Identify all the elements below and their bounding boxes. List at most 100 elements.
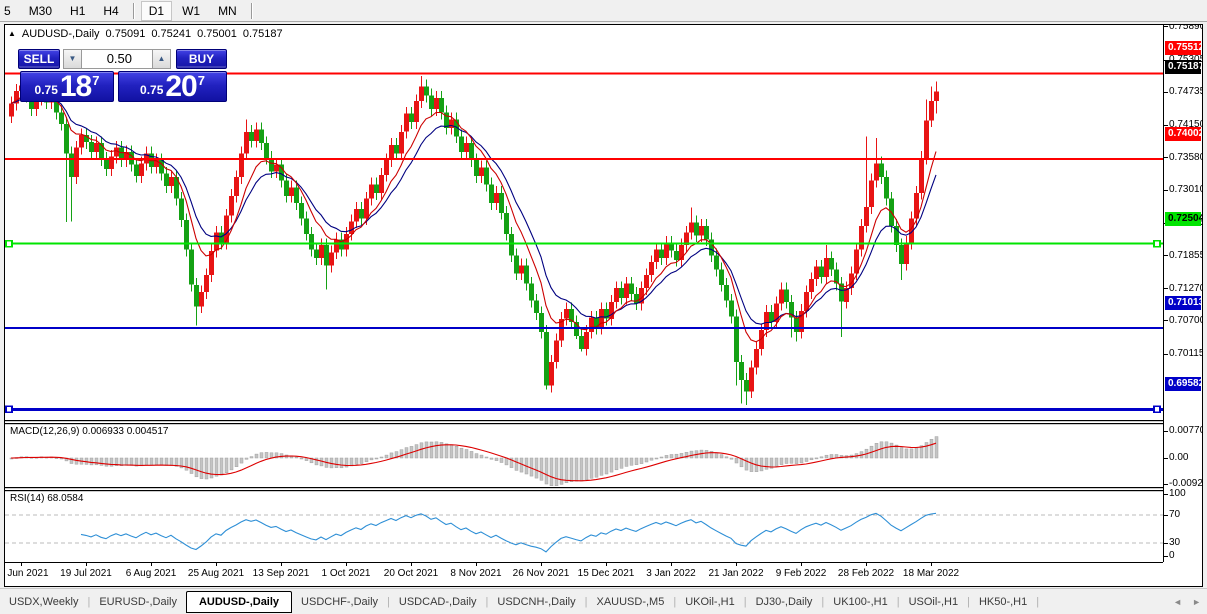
tab-scroll-right-icon[interactable]: ►: [1192, 597, 1201, 607]
scale-tick: [1164, 26, 1168, 28]
scale-tick: [1164, 320, 1168, 322]
price-scale-label: 0.70115: [1169, 348, 1202, 360]
rsi-value: 68.0584: [47, 493, 84, 504]
ohlc-high: 0.75241: [151, 28, 192, 40]
date-tick: [346, 563, 347, 566]
volume-increase-button[interactable]: ▲: [152, 49, 171, 69]
timeframe-button-d1[interactable]: D1: [140, 0, 173, 21]
bid-pips: 18: [59, 70, 92, 103]
chart-tab-usdchf-daily[interactable]: USDCHF-,Daily: [292, 592, 387, 612]
date-label: 18 Mar 2022: [902, 568, 960, 579]
date-tick: [866, 563, 867, 566]
price-scale-label: 0.71855: [1169, 249, 1202, 261]
chart-tab-eurusd-daily[interactable]: EURUSD-,Daily: [90, 592, 186, 612]
sell-price-box[interactable]: 0.75 18 7: [20, 71, 114, 102]
chart-window: ▲ AUDUSD-,Daily 0.75091 0.75241 0.75001 …: [4, 24, 1203, 587]
level-price-badge: 0.74002: [1165, 126, 1202, 141]
rsi-scale-label: 100: [1169, 488, 1186, 499]
date-tick: [86, 563, 87, 566]
chart-client-area: ▲ AUDUSD-,Daily 0.75091 0.75241 0.75001 …: [5, 25, 1202, 586]
macd-signal-value: 0.004517: [126, 426, 169, 437]
scale-tick: [1164, 157, 1168, 159]
price-scale-label: 0.75890: [1169, 25, 1202, 32]
date-label: 30 Jun 2021: [5, 568, 49, 579]
buy-button[interactable]: BUY: [176, 49, 227, 69]
date-label: 6 Aug 2021: [125, 568, 177, 579]
timeframe-button-mn[interactable]: MN: [210, 1, 245, 21]
chart-tab-audusd-daily[interactable]: AUDUSD-,Daily: [185, 590, 293, 613]
one-click-trading-toggle-icon[interactable]: ▲: [8, 30, 16, 38]
tab-scroll-left-icon[interactable]: ◄: [1173, 597, 1182, 607]
date-tick: [931, 563, 932, 566]
scale-tick: [1164, 353, 1168, 355]
level-price-badge: 0.69582: [1165, 377, 1202, 392]
timeframe-button-h4[interactable]: H4: [95, 1, 126, 21]
chart-tab-usdx-weekly[interactable]: USDX,Weekly: [0, 592, 87, 612]
chart-tab-usdcnh-daily[interactable]: USDCNH-,Daily: [488, 592, 584, 612]
chart-tab-xauusd-m5[interactable]: XAUUSD-,M5: [587, 592, 673, 612]
date-tick: [151, 563, 152, 566]
volume-input[interactable]: 0.50: [81, 49, 153, 69]
chart-tabs-bar: USDX,Weekly | EURUSD-,Daily AUDUSD-,Daily US…: [0, 588, 1207, 614]
rsi-indicator-label: RSI(14) 68.0584: [10, 493, 84, 504]
ohlc-open: 0.75091: [105, 28, 146, 40]
price-scale-label: 0.70700: [1169, 314, 1202, 326]
scale-tick: [1164, 91, 1168, 93]
date-label: 9 Feb 2022: [775, 568, 827, 579]
sell-button[interactable]: SELL: [18, 49, 60, 69]
scale-tick: [1164, 542, 1168, 544]
timeframe-button-5[interactable]: 5: [1, 1, 19, 21]
price-scale-label: 0.74735: [1169, 86, 1202, 98]
date-label: 3 Jan 2022: [646, 568, 696, 579]
date-tick: [541, 563, 542, 566]
scale-tick: [1164, 555, 1168, 557]
chart-tab-usdcad-daily[interactable]: USDCAD-,Daily: [390, 592, 486, 612]
price-scale[interactable]: 0.758900.753050.747350.741500.735800.730…: [1163, 25, 1202, 562]
chart-tab-hk50-h1[interactable]: HK50-,H1: [970, 592, 1036, 612]
date-label: 19 Jul 2021: [60, 568, 112, 579]
macd-scale-label: 0.007704: [1169, 425, 1202, 436]
date-label: 21 Jan 2022: [708, 568, 764, 579]
timeframe-button-m30[interactable]: M30: [21, 1, 60, 21]
timeframe-button-h1[interactable]: H1: [62, 1, 93, 21]
level-price-badge: 0.75512: [1165, 41, 1202, 56]
buy-price-box[interactable]: 0.75 20 7: [118, 71, 227, 102]
tab-separator: |: [1036, 595, 1040, 608]
date-tick: [476, 563, 477, 566]
rsi-scale-label: 30: [1169, 537, 1181, 548]
scale-tick: [1164, 457, 1168, 459]
chart-tab-usoil-h1[interactable]: USOil-,H1: [900, 592, 968, 612]
toolbar-separator: [132, 2, 135, 19]
date-label: 15 Dec 2021: [577, 568, 635, 579]
date-tick: [801, 563, 802, 566]
scale-tick: [1164, 124, 1168, 126]
volume-decrease-button[interactable]: ▼: [63, 49, 82, 69]
date-tick: [671, 563, 672, 566]
macd-indicator-label: MACD(12,26,9) 0.006933 0.004517: [10, 426, 169, 437]
ask-pips: 20: [165, 70, 197, 103]
date-label: 25 Aug 2021: [187, 568, 245, 579]
macd-scale-label: 0.00: [1169, 452, 1189, 463]
current-price-badge: 0.75187: [1165, 59, 1202, 74]
level-price-badge: 0.71013: [1165, 296, 1202, 311]
date-label: 28 Feb 2022: [837, 568, 895, 579]
macd-main-value: 0.006933: [82, 426, 124, 437]
timeframe-button-w1[interactable]: W1: [174, 1, 208, 21]
date-tick: [606, 563, 607, 566]
price-scale-label: 0.71270: [1169, 282, 1202, 294]
ohlc-close: 0.75187: [242, 28, 283, 40]
chart-tab-ukoil-h1[interactable]: UKOil-,H1: [676, 592, 744, 612]
chart-tab-dj30-daily[interactable]: DJ30-,Daily: [747, 592, 822, 612]
level-price-badge: 0.72504: [1165, 211, 1202, 226]
date-label: 26 Nov 2021: [512, 568, 570, 579]
price-scale-label: 0.73580: [1169, 151, 1202, 163]
time-scale[interactable]: 30 Jun 2021 19 Jul 2021 6 Aug 2021 25 Aug 2…: [5, 562, 1163, 586]
date-tick: [411, 563, 412, 566]
ohlc-low: 0.75001: [197, 28, 237, 40]
chart-tab-uk100-h1[interactable]: UK100-,H1: [824, 592, 896, 612]
bid-point: 7: [92, 73, 100, 88]
bid-prefix: 0.75: [34, 83, 58, 97]
price-chart-canvas[interactable]: [5, 25, 1163, 562]
date-tick: [736, 563, 737, 566]
trading-terminal: 5 M30 H1 H4 D1 W1 MN ▲ AUDUSD-,Daily 0.75091 0…: [0, 0, 1207, 614]
